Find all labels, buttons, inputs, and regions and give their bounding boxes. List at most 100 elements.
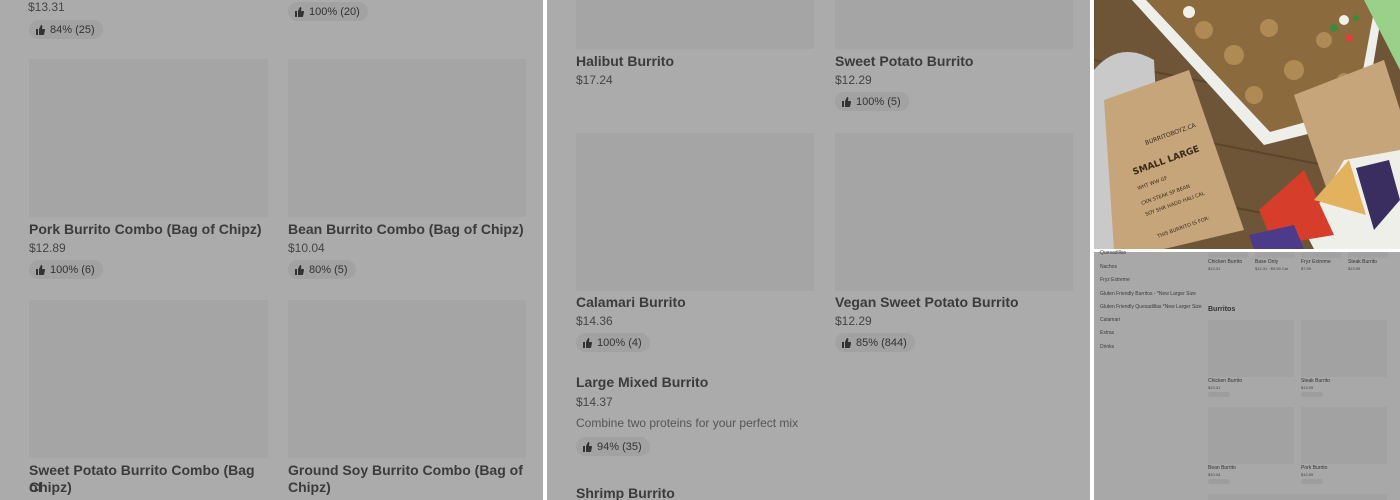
mini-rating-badge [1208, 479, 1230, 484]
mini-item-name: Chicken Burrito [1208, 378, 1243, 384]
item-price: $12.29 [835, 73, 872, 87]
mini-nav-item[interactable]: Extras [1100, 330, 1114, 336]
rating-text: 85% (844) [856, 336, 907, 349]
item-price: $12.89 [29, 241, 66, 255]
thumbs-up-icon [36, 24, 45, 35]
mini-item-name: Fryz Extreme [1301, 259, 1331, 265]
mini-item-name: Pork Burrito [1301, 465, 1328, 471]
rating-badge: 94% (35) [576, 437, 650, 456]
food-photo: BURRITOBOYZ.CA SMALL LARGE WHT WW GF CKN… [1094, 0, 1400, 249]
mini-rating-badge [1301, 392, 1323, 397]
rating-text: 100% (6) [50, 263, 95, 276]
mini-menu-screenshot: Quesadillas Nachos Fryz Extreme Gluten F… [1094, 250, 1400, 500]
item-price: $14.37 [576, 395, 613, 409]
rating-text: 100% (20) [309, 5, 360, 18]
menu-item-card[interactable]: Shrimp Burrito [576, 485, 1073, 500]
mini-item-name: Steak Burrito [1348, 259, 1377, 265]
item-image [29, 300, 268, 458]
menu-panel-middle: Halibut Burrito $17.24 Sweet Potato Burr… [547, 0, 1090, 500]
menu-item-card[interactable]: Pork Burrito Combo (Bag of Chipz) $12.89… [29, 59, 268, 279]
item-name: Sweet Potato Burrito [835, 53, 974, 69]
mini-item-price: $12.31 · $9.50 Cal [1255, 266, 1288, 271]
item-description: Combine two proteins for your perfect mi… [576, 416, 799, 430]
mini-item-name: Base Only [1255, 259, 1279, 265]
menu-item-card[interactable]: Halibut Burrito $17.24 [576, 0, 814, 92]
item-price: $14.36 [576, 314, 613, 328]
mini-nav-item[interactable]: Nachos [1100, 264, 1117, 270]
mini-item-name: Bean Burrito [1208, 465, 1236, 471]
burrito-bowl-photo: BURRITOBOYZ.CA SMALL LARGE WHT WW GF CKN… [1094, 0, 1400, 249]
item-name: Calamari Burrito [576, 294, 686, 310]
rating-text: 80% (5) [309, 263, 348, 276]
menu-item-card[interactable]: Ground Soy Burrito Combo (Bag of Chipz) [288, 300, 526, 500]
thumbs-up-icon [583, 441, 592, 452]
mini-item-price: $12.89 [1301, 472, 1314, 477]
mini-nav-item[interactable]: Gluten Friendly Quesadillas *New Larger … [1100, 304, 1202, 310]
mini-item-image[interactable] [1208, 407, 1294, 464]
item-price: $17.24 [576, 73, 613, 87]
item-name-line1: Ground Soy Burrito Combo (Bag of [288, 462, 523, 478]
menu-panel-left: $13.31 84% (25) 100% (20) Pork Burrito C… [0, 0, 543, 500]
item-image [29, 59, 268, 217]
mini-item-name: Chicken Burrito [1208, 259, 1243, 265]
item-image [576, 133, 814, 291]
item-name: Vegan Sweet Potato Burrito [835, 294, 1019, 310]
menu-item-card[interactable]: Vegan Sweet Potato Burrito $12.29 85% (8… [835, 133, 1073, 355]
item-image [288, 59, 526, 217]
rating-badge: 100% (4) [576, 333, 650, 352]
thumbs-up-icon [295, 264, 304, 275]
mini-nav-item[interactable]: Gluten Friendly Burritos - *New Larger S… [1100, 291, 1196, 297]
item-name: Shrimp Burrito [576, 485, 675, 500]
mini-nav-item[interactable]: Quesadillas [1100, 250, 1126, 256]
thumbs-up-icon [36, 264, 45, 275]
menu-item-card[interactable]: Large Mixed Burrito $14.37 Combine two p… [576, 374, 1073, 462]
rating-badge: 85% (844) [835, 333, 915, 352]
mini-item-image[interactable] [1208, 320, 1294, 377]
mini-rating-badge [1301, 479, 1323, 484]
mini-item-image [1348, 252, 1388, 258]
item-image [288, 300, 526, 458]
mini-item-image[interactable] [1301, 320, 1387, 377]
mini-nav-item[interactable]: Drinks [1100, 344, 1114, 350]
menu-item-card[interactable]: Sweet Potato Burrito Combo (Bag of Chipz… [29, 300, 268, 500]
mini-item-image[interactable] [1301, 407, 1387, 464]
menu-item-card[interactable]: Calamari Burrito $14.36 100% (4) [576, 133, 814, 355]
item-image [835, 0, 1073, 49]
rating-text: 100% (5) [856, 95, 901, 108]
item-price: $13.31 [28, 0, 65, 14]
thumbs-up-icon [295, 6, 304, 17]
mini-item-image [1208, 252, 1248, 258]
rating-text: 94% (35) [597, 440, 642, 453]
rating-badge: 84% (25) [29, 20, 103, 39]
rating-badge: 100% (6) [29, 260, 103, 279]
menu-item-card[interactable]: Sweet Potato Burrito $12.29 100% (5) [835, 0, 1073, 115]
rating-badge: 100% (5) [835, 92, 909, 111]
item-name-line2: Chipz) [29, 479, 72, 495]
mini-item-image [1208, 494, 1387, 500]
thumbs-up-icon [583, 337, 592, 348]
item-price: $10.04 [288, 241, 325, 255]
rating-badge: 80% (5) [288, 260, 356, 279]
item-image [576, 0, 814, 49]
mini-item-price: $13.31 [1208, 385, 1221, 390]
mini-rating-badge [1208, 392, 1230, 397]
menu-item-card[interactable]: Bean Burrito Combo (Bag of Chipz) $10.04… [288, 59, 526, 279]
item-name: Halibut Burrito [576, 53, 674, 69]
item-name: Pork Burrito Combo (Bag of Chipz) [29, 221, 262, 237]
mini-nav-item[interactable]: Calamari [1100, 317, 1120, 323]
rating-text: 84% (25) [50, 23, 95, 36]
mini-nav-item[interactable]: Fryz Extreme [1100, 277, 1130, 283]
media-panel-right: BURRITOBOYZ.CA SMALL LARGE WHT WW GF CKN… [1094, 0, 1400, 500]
rating-badge: 100% (20) [288, 2, 368, 21]
item-name: Large Mixed Burrito [576, 374, 709, 390]
mini-item-name: Steak Burrito [1301, 378, 1330, 384]
rating-text: 100% (4) [597, 336, 642, 349]
mini-item-price: $7.59 [1301, 266, 1312, 271]
item-name-line2: Chipz) [288, 479, 331, 495]
item-price: $12.29 [835, 314, 872, 328]
thumbs-up-icon [842, 96, 851, 107]
mini-item-price: $13.99 [1301, 385, 1314, 390]
mini-item-image [1301, 252, 1341, 258]
mini-item-price: $10.04 [1208, 472, 1221, 477]
item-name: Bean Burrito Combo (Bag of Chipz) [288, 221, 524, 237]
